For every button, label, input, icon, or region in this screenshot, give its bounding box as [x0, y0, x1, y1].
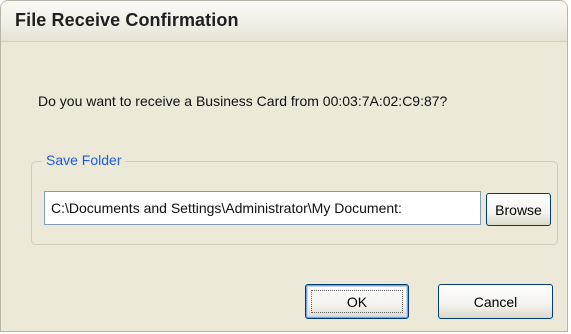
cancel-button[interactable]: Cancel — [438, 284, 553, 319]
file-receive-dialog: File Receive Confirmation Do you want to… — [0, 0, 568, 332]
confirmation-prompt: Do you want to receive a Business Card f… — [38, 93, 448, 109]
ok-button-label: OK — [346, 293, 368, 310]
save-folder-legend: Save Folder — [42, 152, 126, 168]
dialog-title: File Receive Confirmation — [15, 10, 239, 30]
ok-button[interactable]: OK — [305, 284, 409, 319]
title-bar[interactable]: File Receive Confirmation — [1, 1, 567, 42]
save-folder-path-input[interactable] — [44, 191, 481, 225]
browse-button[interactable]: Browse — [486, 193, 551, 226]
